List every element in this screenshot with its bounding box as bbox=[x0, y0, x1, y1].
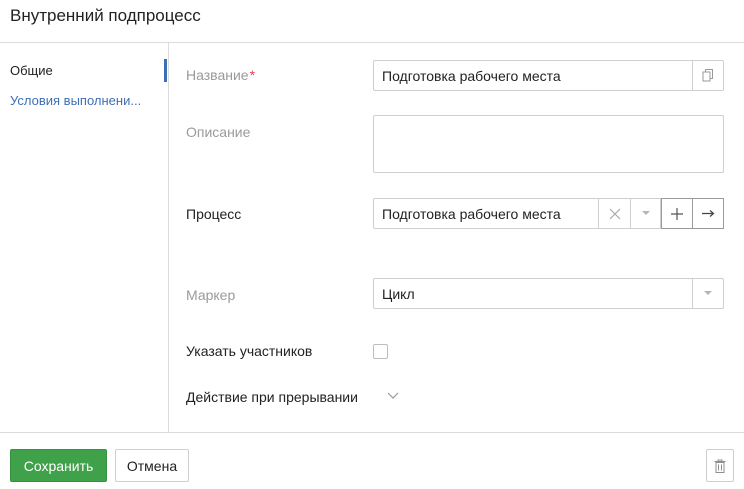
name-label: Название* bbox=[186, 67, 255, 83]
clear-icon bbox=[609, 208, 620, 219]
clear-process-button[interactable] bbox=[598, 199, 630, 228]
marker-dropdown-button[interactable] bbox=[692, 279, 723, 308]
add-process-button[interactable] bbox=[661, 198, 693, 229]
participants-label: Указать участников bbox=[186, 343, 313, 359]
dialog-footer: Сохранить Отмена bbox=[0, 432, 744, 489]
chevron-down-icon bbox=[704, 291, 712, 295]
chevron-down-icon bbox=[387, 392, 399, 399]
arrow-right-icon bbox=[701, 210, 714, 217]
sidebar-item-conditions[interactable]: Условия выполнени... bbox=[10, 93, 141, 108]
sidebar-item-general[interactable]: Общие bbox=[10, 63, 53, 78]
open-process-button[interactable] bbox=[692, 198, 724, 229]
process-label: Процесс bbox=[186, 206, 242, 222]
marker-label: Маркер bbox=[186, 287, 236, 303]
marker-select-value: Цикл bbox=[382, 286, 415, 302]
active-tab-indicator bbox=[164, 59, 167, 82]
description-label: Описание bbox=[186, 124, 251, 140]
process-field[interactable]: Подготовка рабочего места bbox=[373, 198, 661, 229]
save-button[interactable]: Сохранить bbox=[10, 449, 107, 482]
trash-icon bbox=[714, 459, 726, 473]
name-field-value: Подготовка рабочего места bbox=[382, 68, 561, 84]
name-field[interactable]: Подготовка рабочего места bbox=[373, 60, 724, 91]
delete-button[interactable] bbox=[706, 449, 734, 482]
process-dropdown-button[interactable] bbox=[630, 199, 661, 228]
dialog-header: Внутренний подпроцесс bbox=[0, 0, 744, 43]
description-field[interactable] bbox=[373, 115, 724, 173]
name-label-text: Название bbox=[186, 67, 249, 83]
interrupt-action-label: Действие при прерывании bbox=[186, 389, 358, 405]
chevron-down-icon bbox=[642, 211, 650, 215]
copy-icon bbox=[702, 69, 713, 82]
copy-button[interactable] bbox=[692, 61, 723, 90]
plus-icon bbox=[671, 207, 683, 220]
cancel-button[interactable]: Отмена bbox=[115, 449, 189, 482]
process-field-value: Подготовка рабочего места bbox=[382, 206, 561, 222]
participants-checkbox[interactable] bbox=[373, 344, 388, 359]
dialog-title: Внутренний подпроцесс bbox=[10, 6, 201, 25]
sidebar: Общие Условия выполнени... bbox=[0, 43, 169, 432]
required-mark: * bbox=[249, 67, 256, 83]
marker-select[interactable]: Цикл bbox=[373, 278, 724, 309]
